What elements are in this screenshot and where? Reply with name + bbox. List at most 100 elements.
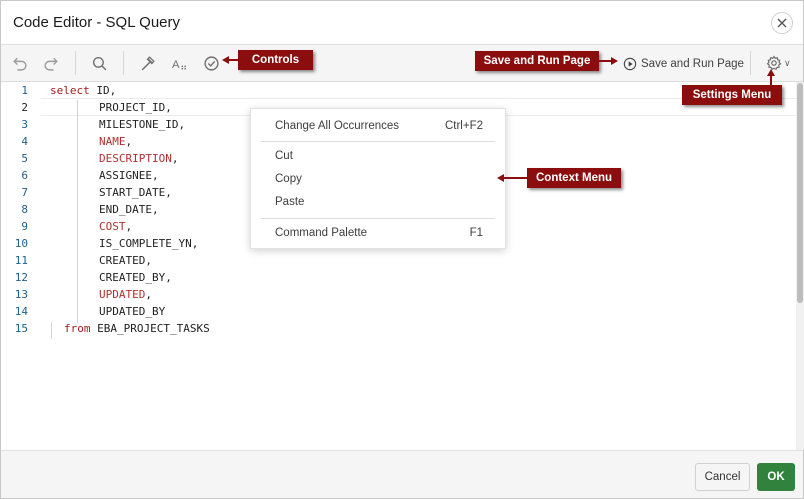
save-and-run-button[interactable]: Save and Run Page: [623, 55, 744, 73]
menu-item-command-palette[interactable]: Command Palette F1: [251, 224, 505, 244]
code-editor-dialog: Code Editor - SQL Query A Save and Run P…: [0, 0, 804, 499]
dialog-footer: Cancel OK: [1, 450, 803, 498]
menu-item-change-all-occurrences[interactable]: Change All Occurrences Ctrl+F2: [251, 117, 505, 137]
line-number: 12: [14, 271, 28, 284]
line-number: 14: [14, 305, 28, 318]
callout-save-run: Save and Run Page: [475, 51, 599, 71]
code-line: END_DATE,: [99, 203, 159, 216]
callout-arrow: [767, 69, 775, 85]
menu-item-shortcut: Ctrl+F2: [444, 120, 483, 132]
sql-reserved-column: DESCRIPTION: [99, 152, 172, 165]
redo-button[interactable]: [41, 53, 61, 73]
dialog-title: Code Editor - SQL Query: [13, 14, 181, 31]
code-text: UPDATED_BY: [99, 305, 166, 318]
code-text: ,: [145, 288, 152, 301]
cancel-button[interactable]: Cancel: [695, 463, 750, 491]
callout-controls: Controls: [238, 50, 313, 70]
sql-reserved-column: UPDATED: [99, 288, 146, 301]
callout-arrow: [497, 174, 527, 182]
toolbar-separator: [75, 51, 76, 75]
callout-arrow: [599, 57, 618, 65]
hammer-icon: [141, 55, 155, 70]
code-line: PROJECT_ID,: [99, 101, 172, 114]
code-text: ,: [125, 220, 133, 233]
search-button[interactable]: [89, 53, 109, 73]
line-number: 5: [21, 152, 28, 165]
play-circle-icon: [623, 57, 637, 71]
callout-context-menu: Context Menu: [527, 168, 621, 188]
indent-guide: [51, 322, 52, 339]
menu-item-copy[interactable]: Copy: [251, 170, 505, 190]
format-button[interactable]: [137, 53, 157, 73]
line-number: 15: [14, 322, 28, 335]
code-line: IS_COMPLETE_YN,: [99, 237, 198, 250]
code-text: START_DATE,: [99, 186, 172, 199]
callout-settings-menu: Settings Menu: [682, 85, 782, 105]
save-and-run-label: Save and Run Page: [641, 58, 744, 70]
code-text: END_DATE,: [99, 203, 159, 216]
chevron-down-icon: ∨: [784, 57, 791, 68]
menu-item-label: Paste: [275, 196, 305, 208]
code-text: IS_COMPLETE_YN,: [99, 237, 199, 250]
validate-button[interactable]: [201, 53, 221, 73]
code-text: EBA_PROJECT_TASKS: [90, 322, 210, 335]
close-button[interactable]: [771, 12, 793, 34]
sql-keyword: from: [64, 322, 91, 335]
dialog-titlebar: Code Editor - SQL Query: [1, 1, 803, 45]
editor-toolbar: A Save and Run Page ∨: [1, 45, 803, 82]
redo-icon: [43, 57, 58, 71]
line-number-gutter: 1 2 3 4 5 6 7 8 9 10 11 12 13 14 15: [1, 82, 41, 450]
sql-reserved-column: NAME: [99, 135, 126, 148]
menu-item-cut[interactable]: Cut: [251, 147, 505, 167]
sql-keyword: select: [50, 84, 90, 97]
code-text: ASSIGNEE,: [99, 169, 159, 182]
line-number: 10: [14, 237, 28, 250]
code-text: ,: [171, 152, 179, 165]
toolbar-separator: [750, 51, 751, 75]
menu-item-shortcut: F1: [469, 227, 483, 239]
code-line: START_DATE,: [99, 186, 172, 199]
code-line: ASSIGNEE,: [99, 169, 159, 182]
menu-item-label: Change All Occurrences: [275, 120, 400, 132]
indent-guide: [77, 100, 78, 323]
sql-reserved-column: COST: [99, 220, 126, 233]
svg-text:A: A: [171, 59, 179, 71]
code-line: UPDATED_BY: [99, 305, 165, 318]
context-menu: Change All Occurrences Ctrl+F2 Cut Copy …: [250, 108, 506, 249]
line-number: 1: [21, 84, 28, 97]
search-icon: [92, 56, 106, 70]
code-text: CREATED,: [99, 254, 152, 267]
code-line: DESCRIPTION,: [99, 152, 178, 165]
menu-item-label: Copy: [275, 173, 302, 185]
editor-scrollbar-thumb[interactable]: [797, 83, 803, 303]
code-text: CREATED_BY,: [99, 271, 172, 284]
line-number: 6: [21, 169, 28, 182]
line-number: 13: [14, 288, 28, 301]
code-line: CREATED,: [99, 254, 152, 267]
text-case-icon: A: [171, 59, 186, 71]
menu-item-label: Cut: [275, 150, 293, 162]
code-text: ,: [125, 135, 133, 148]
code-line: NAME,: [99, 135, 132, 148]
code-line: select ID,: [50, 84, 116, 97]
autocomplete-button[interactable]: A: [169, 53, 189, 73]
code-text: ID,: [89, 84, 117, 97]
code-line: from EBA_PROJECT_TASKS: [64, 322, 210, 335]
code-text: PROJECT_ID,: [99, 101, 172, 114]
line-number: 8: [21, 203, 28, 216]
menu-separator: [261, 141, 495, 142]
check-circle-icon: [203, 55, 219, 71]
ok-button[interactable]: OK: [757, 463, 795, 491]
undo-button[interactable]: [9, 53, 29, 73]
code-line: CREATED_BY,: [99, 271, 172, 284]
undo-icon: [12, 57, 27, 71]
menu-item-paste[interactable]: Paste: [251, 193, 505, 213]
toolbar-separator: [123, 51, 124, 75]
line-number: 9: [21, 220, 28, 233]
line-number: 2: [21, 101, 28, 114]
line-number: 11: [14, 254, 28, 267]
menu-item-label: Command Palette: [275, 227, 368, 239]
line-number: 4: [21, 135, 28, 148]
code-text: MILESTONE_ID,: [99, 118, 186, 131]
code-line: UPDATED,: [99, 288, 152, 301]
